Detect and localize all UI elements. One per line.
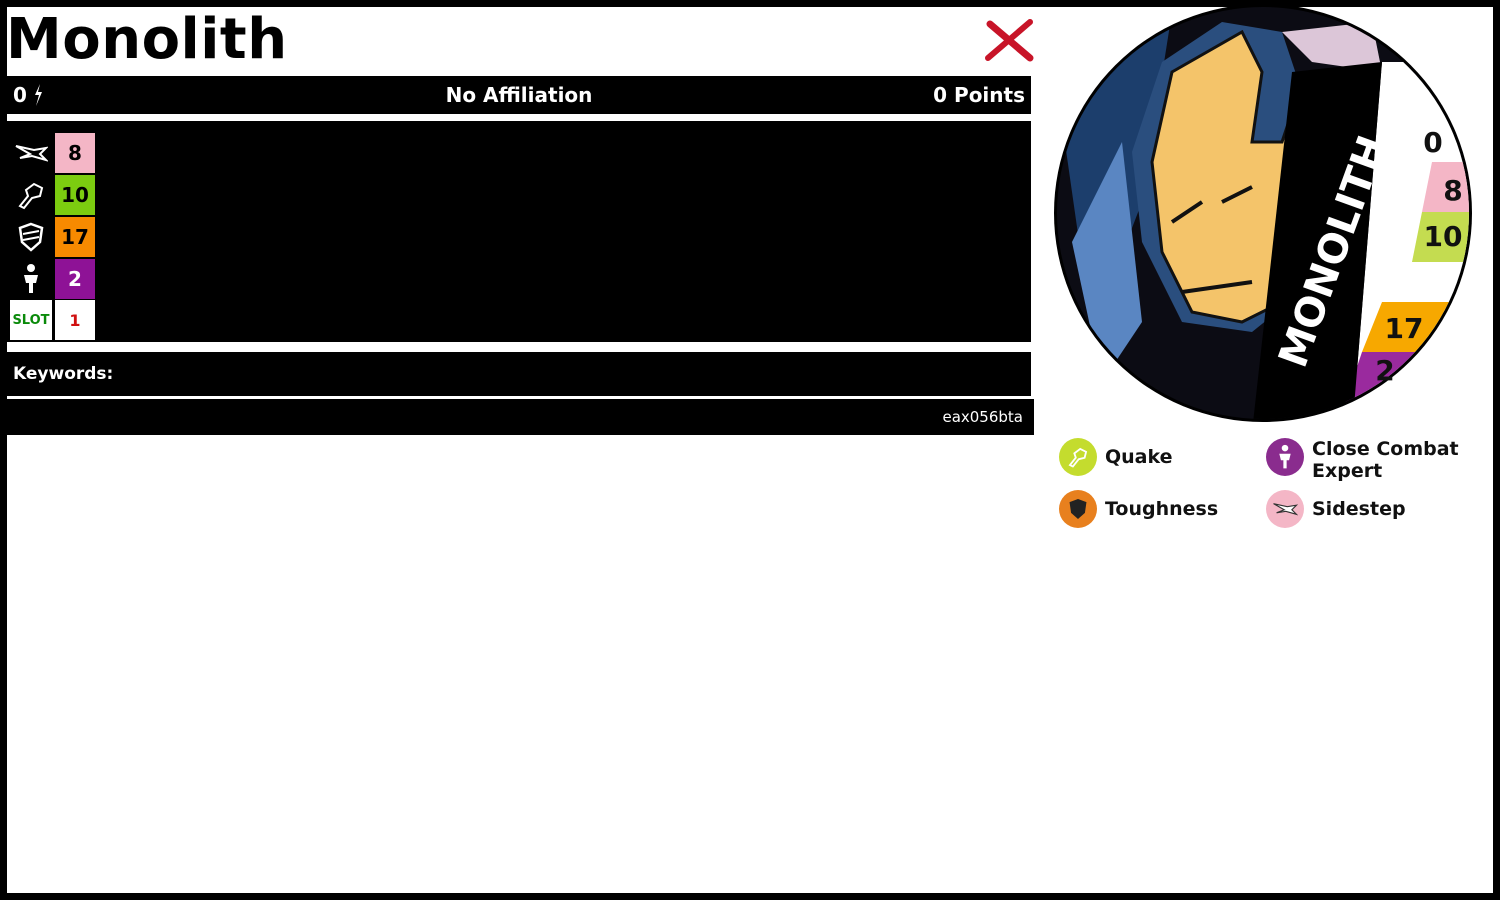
dial-damage: 2: [1375, 354, 1394, 387]
power-name: Toughness: [1105, 498, 1219, 520]
character-name: Monolith: [6, 7, 288, 72]
affiliation: No Affiliation: [445, 83, 593, 107]
info-bar: 0 No Affiliation 0 Points: [7, 76, 1031, 114]
character-dial-image: 0 8 10 0 17 2 MONOLITH: [1054, 4, 1472, 422]
slot-label: SLOT: [10, 300, 52, 340]
defense-icon: [1059, 490, 1097, 528]
damage-icon: [11, 259, 51, 299]
attack-icon: [1059, 438, 1097, 476]
defense-icon: [11, 217, 51, 257]
power-name: Close Combat Expert: [1312, 438, 1459, 482]
attack-icon: [11, 175, 51, 215]
power-toughness[interactable]: Toughness: [1059, 490, 1218, 528]
stats-panel: 8 10 17 2 SLOT 1: [7, 121, 1031, 342]
points-total: 0 Points: [933, 83, 1025, 107]
keywords-bar: Keywords:: [7, 352, 1031, 396]
speed-icon: [11, 133, 51, 173]
power-name: Quake: [1105, 446, 1173, 468]
dial-range: 0: [1368, 262, 1387, 295]
dial-speed: 8: [1443, 174, 1462, 207]
speed-icon: [1266, 490, 1304, 528]
slot-value: 1: [55, 300, 95, 340]
close-icon[interactable]: [984, 18, 1036, 62]
dial-attack: 10: [1424, 220, 1463, 253]
power-name: Sidestep: [1312, 498, 1406, 520]
defense-value: 17: [55, 217, 95, 257]
dial-defense: 17: [1385, 312, 1424, 345]
damage-value: 2: [55, 259, 95, 299]
damage-icon: [1266, 438, 1304, 476]
power-sidestep[interactable]: Sidestep: [1266, 490, 1406, 528]
dial-point: 0: [1423, 126, 1442, 159]
card-code-bar: eax056bta: [3, 399, 1034, 435]
keywords-label: Keywords:: [13, 364, 114, 384]
speed-value: 8: [55, 133, 95, 173]
power-quake[interactable]: Quake: [1059, 438, 1173, 476]
card-code: eax056bta: [942, 408, 1023, 426]
attack-value: 10: [55, 175, 95, 215]
power-close-combat-expert[interactable]: Close Combat Expert: [1266, 438, 1476, 482]
